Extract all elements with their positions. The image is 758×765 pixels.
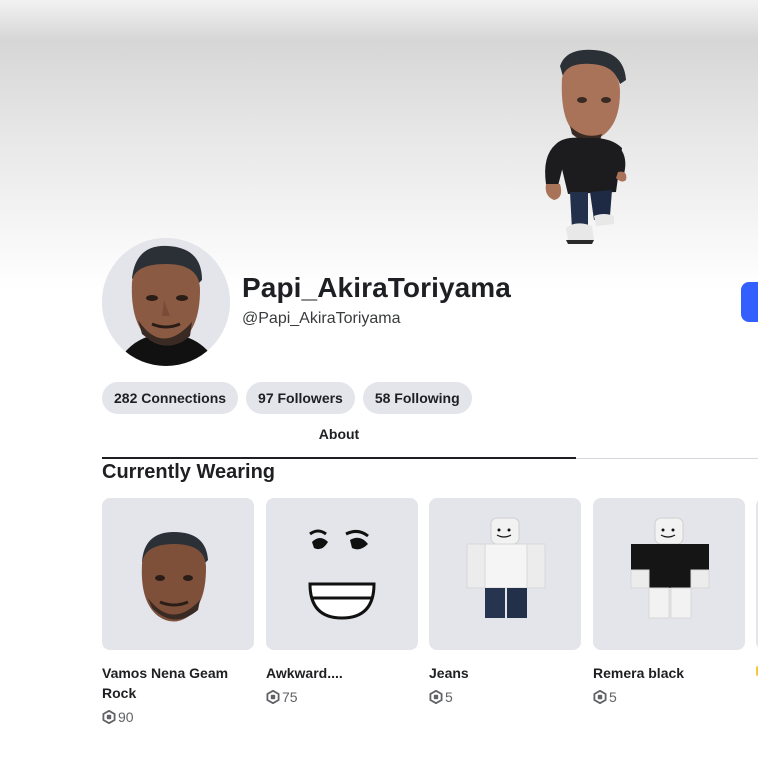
tab-active-indicator bbox=[102, 457, 576, 459]
list-item[interactable]: Jeans 5 bbox=[429, 498, 581, 705]
item-price-value: 90 bbox=[118, 709, 134, 725]
item-name[interactable]: Awkward.... bbox=[266, 663, 418, 683]
avatar-3d-figure bbox=[545, 49, 627, 244]
item-price: 90 bbox=[102, 709, 254, 725]
avatar bbox=[102, 238, 230, 366]
item-price: 5 bbox=[593, 689, 745, 705]
list-item[interactable]: Remera black 5 bbox=[593, 498, 745, 705]
divider bbox=[576, 458, 758, 459]
item-thumbnail[interactable] bbox=[429, 498, 581, 650]
head-item-image bbox=[141, 532, 208, 622]
item-price: 5 bbox=[429, 689, 581, 705]
robux-icon bbox=[593, 690, 607, 704]
item-price-value: 5 bbox=[445, 689, 453, 705]
list-item[interactable]: Awkward.... 75 bbox=[266, 498, 418, 705]
robux-icon bbox=[102, 710, 116, 724]
item-price-value: 75 bbox=[282, 689, 298, 705]
profile-banner bbox=[0, 0, 758, 300]
item-name[interactable]: Remera black bbox=[593, 663, 745, 683]
following-button[interactable]: 58 Following bbox=[362, 382, 472, 414]
username: @Papi_AkiraToriyama bbox=[242, 310, 401, 327]
item-price: 75 bbox=[266, 689, 418, 705]
tab-about[interactable]: About bbox=[102, 424, 576, 458]
primary-action-button[interactable] bbox=[741, 282, 758, 322]
item-name[interactable]: Vamos Nena Geam Rock bbox=[102, 663, 254, 703]
section-title: Currently Wearing bbox=[102, 461, 275, 483]
robux-icon bbox=[429, 690, 443, 704]
face-item-image bbox=[308, 529, 376, 620]
robux-icon bbox=[266, 690, 280, 704]
avatar-headshot-image bbox=[102, 238, 230, 366]
item-thumbnail[interactable] bbox=[266, 498, 418, 650]
pants-item-image bbox=[466, 517, 546, 618]
shirt-item-image bbox=[630, 517, 710, 619]
stats-row: 282 Connections 97 Followers 58 Followin… bbox=[102, 382, 472, 414]
connections-button[interactable]: 282 Connections bbox=[102, 382, 239, 414]
currently-wearing-list: Vamos Nena Geam Rock 90 Awkward.... 75 J… bbox=[102, 498, 758, 738]
item-thumbnail[interactable] bbox=[102, 498, 254, 650]
item-thumbnail[interactable] bbox=[593, 498, 745, 650]
followers-button[interactable]: 97 Followers bbox=[246, 382, 355, 414]
item-name[interactable]: Jeans bbox=[429, 663, 581, 683]
page-title: Papi_AkiraToriyama bbox=[242, 272, 511, 303]
list-item[interactable]: Vamos Nena Geam Rock 90 bbox=[102, 498, 254, 725]
item-price-value: 5 bbox=[609, 689, 617, 705]
